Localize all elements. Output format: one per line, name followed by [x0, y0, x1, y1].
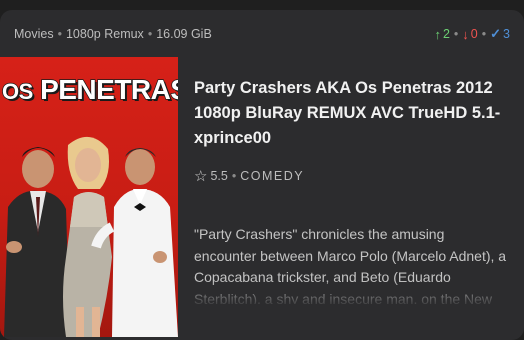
arrow-up-icon: ↑ — [434, 26, 441, 42]
star-outline-icon: ☆ — [194, 168, 208, 185]
peer-stats: ↑ 2 • ↓ 0 • ✓ 3 — [434, 26, 510, 42]
completed-count: 3 — [503, 27, 510, 41]
torrent-title[interactable]: Party Crashers AKA Os Penetras 2012 1080… — [194, 76, 510, 151]
arrow-down-icon: ↓ — [462, 26, 469, 42]
completed-stat: ✓ 3 — [490, 26, 510, 42]
rating-genre-row: ☆ 5.5 • COMEDY — [194, 168, 305, 185]
poster-title: OS PENETRAS — [1, 73, 178, 106]
check-icon: ✓ — [490, 26, 502, 41]
torrent-card[interactable]: Movies • 1080p Remux • 16.09 GiB ↑ 2 • ↓ 0 •… — [0, 10, 524, 340]
rating-value: 5.5 — [210, 169, 228, 183]
leechers-stat: ↓ 0 — [462, 27, 477, 42]
description-text: "Party Crashers" chronicles the amusing … — [194, 226, 507, 304]
category-label: Movies — [14, 27, 54, 41]
leechers-count: 0 — [470, 27, 478, 41]
size-label: 16.09 GiB — [156, 27, 212, 41]
movie-poster[interactable]: OS PENETRAS — [0, 57, 178, 337]
genre-label: COMEDY — [240, 169, 305, 183]
quality-label: 1080p Remux — [65, 27, 144, 41]
seeders-stat: ↑ 2 — [434, 27, 449, 42]
card-header: Movies • 1080p Remux • 16.09 GiB ↑ 2 • ↓ 0 •… — [14, 26, 510, 42]
seeders-count: 2 — [442, 27, 450, 41]
torrent-meta: Movies • 1080p Remux • 16.09 GiB — [14, 27, 212, 41]
